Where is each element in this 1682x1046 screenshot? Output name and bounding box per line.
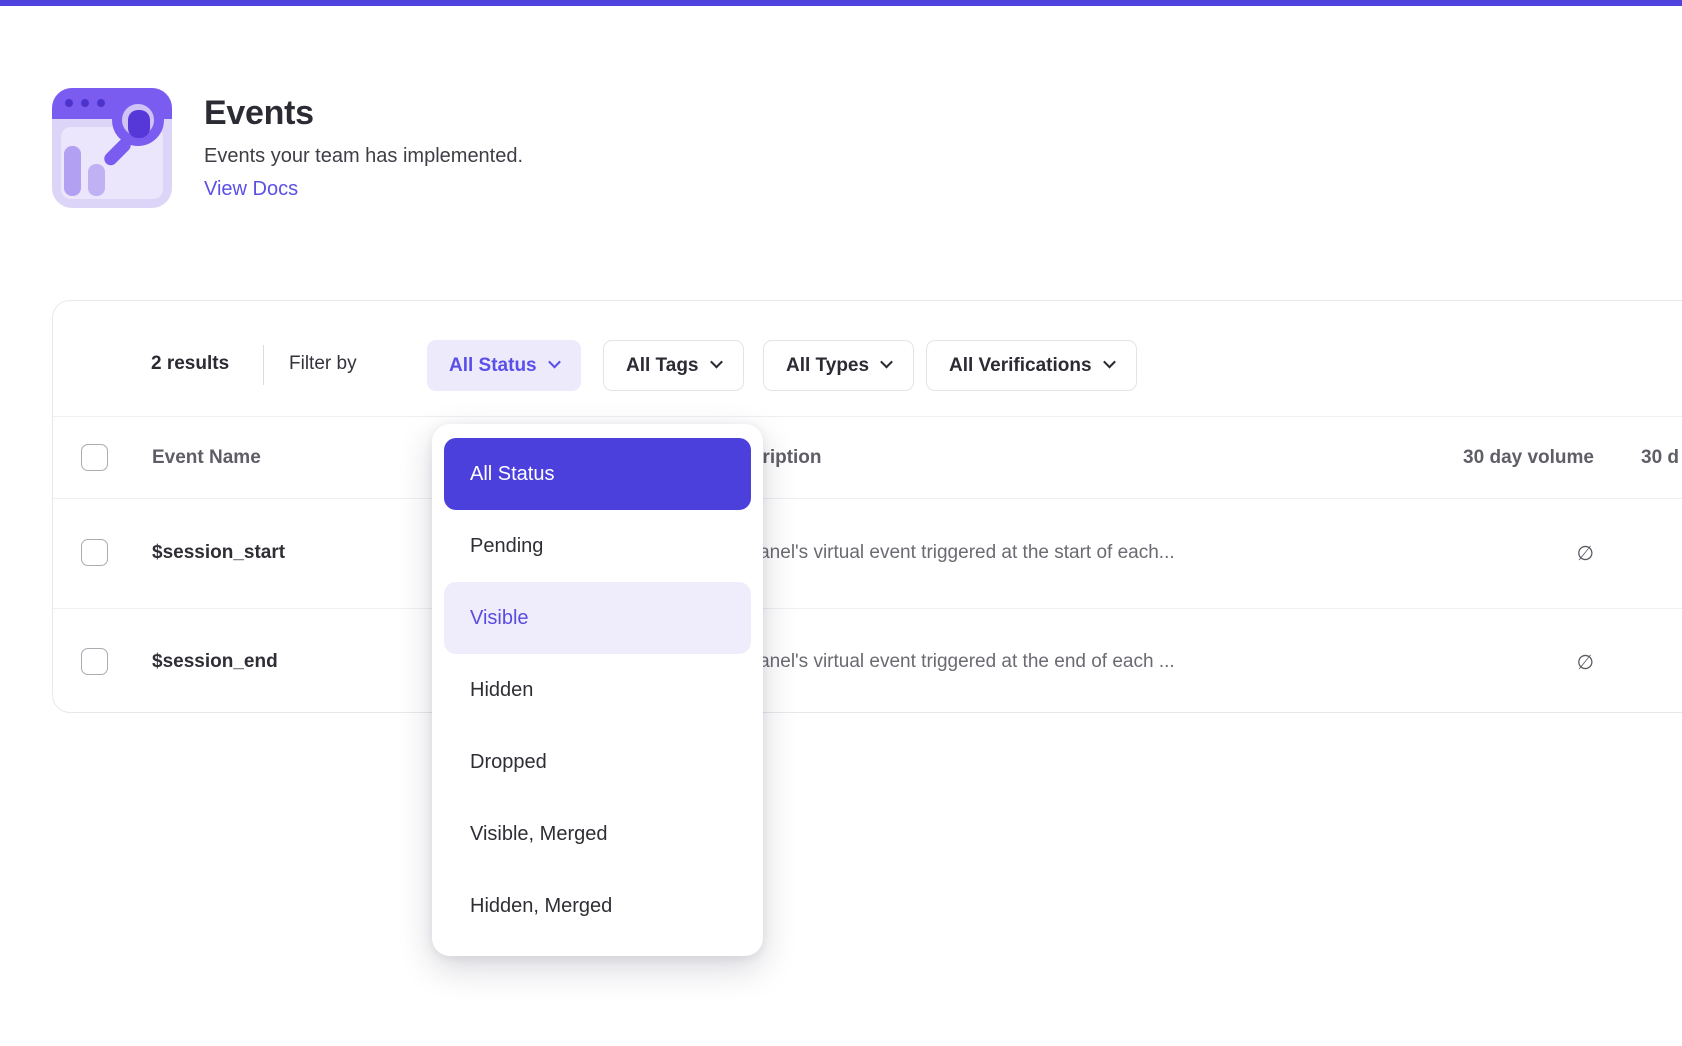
view-docs-link[interactable]: View Docs: [204, 178, 298, 201]
events-page: Events Events your team has implemented.…: [0, 0, 1682, 1046]
magnifier-core-icon: [128, 110, 150, 138]
event-name-cell[interactable]: $session_start: [152, 542, 285, 564]
status-dropdown-menu: All Status Pending Visible Hidden Droppe…: [432, 424, 763, 956]
status-option-pending[interactable]: Pending: [444, 510, 751, 582]
filter-verifications-label: All Verifications: [949, 355, 1092, 377]
divider: [53, 416, 1682, 417]
top-accent-bar: [0, 0, 1682, 6]
events-table-card: 2 results Filter by All Status All Tags …: [52, 300, 1682, 713]
filter-verifications-button[interactable]: All Verifications: [926, 340, 1137, 391]
filter-types-button[interactable]: All Types: [763, 340, 914, 391]
browser-dot-icon: [81, 99, 89, 107]
filter-status-button[interactable]: All Status: [427, 340, 581, 391]
chevron-down-icon: [880, 356, 893, 369]
event-volume-cell: ∅: [1294, 650, 1594, 675]
column-header-clipped[interactable]: 30 d: [1641, 447, 1679, 469]
results-count: 2 results: [151, 353, 229, 375]
filter-tags-button[interactable]: All Tags: [603, 340, 744, 391]
column-header-event-name[interactable]: Event Name: [152, 447, 261, 469]
chevron-down-icon: [548, 356, 561, 369]
filter-types-label: All Types: [786, 355, 869, 377]
event-volume-cell: ∅: [1294, 541, 1594, 566]
chart-bar-icon: [88, 164, 105, 196]
select-all-checkbox[interactable]: [81, 444, 108, 471]
filter-tags-label: All Tags: [626, 355, 699, 377]
status-option-hidden[interactable]: Hidden: [444, 654, 751, 726]
status-option-all-status[interactable]: All Status: [444, 438, 751, 510]
status-option-dropped[interactable]: Dropped: [444, 726, 751, 798]
filter-status-label: All Status: [449, 355, 537, 377]
chevron-down-icon: [1103, 356, 1116, 369]
status-option-hidden-merged[interactable]: Hidden, Merged: [444, 870, 751, 942]
chevron-down-icon: [710, 356, 723, 369]
filter-by-label: Filter by: [289, 353, 357, 375]
browser-dot-icon: [65, 99, 73, 107]
divider: [263, 345, 264, 385]
row-checkbox[interactable]: [81, 539, 108, 566]
status-option-visible[interactable]: Visible: [444, 582, 751, 654]
row-checkbox[interactable]: [81, 648, 108, 675]
browser-dot-icon: [97, 99, 105, 107]
chart-bar-icon: [64, 146, 81, 196]
page-title: Events: [204, 94, 523, 133]
column-header-30-day-volume[interactable]: 30 day volume: [1294, 447, 1594, 469]
events-app-icon: [52, 88, 172, 208]
divider: [53, 608, 1682, 609]
event-name-cell[interactable]: $session_end: [152, 651, 278, 673]
page-subtitle: Events your team has implemented.: [204, 145, 523, 168]
divider: [53, 498, 1682, 499]
status-option-visible-merged[interactable]: Visible, Merged: [444, 798, 751, 870]
